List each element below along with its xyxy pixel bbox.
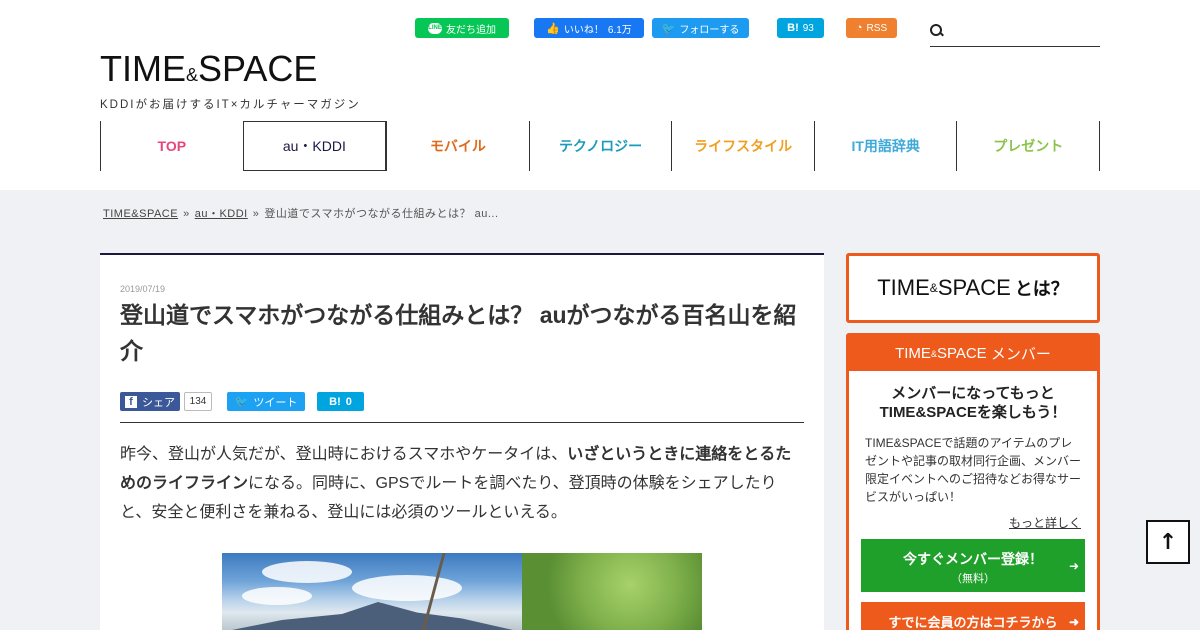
member-description: TIME&SPACEで話題のアイテムのプレゼントや記事の取材同行企画、メンバー限… (865, 436, 1082, 504)
logo-tagline: KDDIがお届けするIT×カルチャーマガジン (100, 99, 361, 111)
register-sub-label: （無料） (951, 573, 995, 585)
arrow-right-icon: ➜ (1068, 615, 1079, 629)
article-hero-image (222, 553, 702, 630)
search-input[interactable] (950, 22, 1098, 44)
logo-wordmark: TIME&SPACE (100, 48, 318, 89)
breadcrumb-category-link[interactable]: au・KDDI (195, 208, 248, 220)
nav-label: TOP (157, 138, 187, 154)
nav-item-au-kddi[interactable]: au・KDDI (242, 121, 387, 171)
twitter-bird-icon: 🐦 (661, 22, 676, 35)
member-login-button[interactable]: すでに会員の方はコチラから ➜ (861, 602, 1085, 630)
about-time-space-banner[interactable]: TIME & SPACE とは？ (846, 253, 1100, 323)
nav-item-it-glossary[interactable]: IT用語辞典 (813, 121, 957, 171)
hatena-label: B! (329, 395, 341, 408)
site-logo[interactable]: TIME&SPACE KDDIがお届けするIT×カルチャーマガジン (100, 50, 361, 112)
scroll-to-top-button[interactable]: ↑ (1146, 520, 1190, 564)
member-more-link[interactable]: もっと詳しく (849, 514, 1081, 531)
nav-label: モバイル (429, 138, 486, 154)
nav-label: au・KDDI (282, 138, 346, 154)
nav-item-top[interactable]: TOP (100, 121, 243, 171)
nav-label: テクノロジー (558, 138, 643, 154)
share-tw-label: ツイート (253, 396, 298, 409)
line-icon: LINE (428, 22, 442, 34)
article-date: 2019/07/19 (120, 284, 166, 294)
nav-label: ライフスタイル (694, 138, 793, 154)
breadcrumb-current: 登山道でスマホがつながる仕組みとは？ au... (264, 208, 499, 220)
nav-item-technology[interactable]: テクノロジー (528, 121, 672, 171)
hatena-share-count: 0 (345, 395, 352, 408)
breadcrumb: TIME&SPACE » au・KDDI » 登山道でスマホがつながる仕組みとは？ au… (103, 205, 499, 221)
main-nav: TOP au・KDDI モバイル テクノロジー ライフスタイル IT用語辞典 プ… (100, 121, 1101, 171)
breadcrumb-home-link[interactable]: TIME&SPACE (103, 208, 178, 220)
facebook-share-count: 134 (184, 392, 212, 411)
login-label: すでに会員の方はコチラから (888, 615, 1058, 630)
register-label: 今すぐメンバー登録！ (903, 551, 1043, 567)
follow-label: フォローする (679, 24, 740, 36)
member-panel-header: TIME & SPACE メンバー (849, 336, 1097, 371)
breadcrumb-separator: » (183, 208, 190, 220)
nav-item-lifestyle[interactable]: ライフスタイル (671, 121, 814, 171)
twitter-bird-icon: 🐦 (234, 396, 249, 408)
line-add-friend-button[interactable]: LINE 友だち追加 (415, 18, 509, 38)
facebook-share-button[interactable]: f シェア (120, 392, 180, 411)
nav-item-mobile[interactable]: モバイル (386, 121, 529, 171)
like-label: いいね！ (563, 24, 604, 36)
nav-label: プレゼント (993, 138, 1064, 154)
article-lead: 昨今、登山が人気だが、登山時におけるスマホやケータイは、いざというときに連絡をと… (120, 446, 792, 521)
rss-label: RSS (866, 22, 888, 34)
nav-label: IT用語辞典 (851, 138, 920, 154)
facebook-icon: f (125, 395, 137, 408)
rss-icon: ◔ (855, 22, 863, 34)
member-register-button[interactable]: 今すぐメンバー登録！ （無料） ➜ (861, 539, 1085, 592)
arrow-right-icon: ➜ (1068, 558, 1079, 573)
rss-button[interactable]: ◔ RSS (846, 18, 897, 38)
twitter-follow-button[interactable]: 🐦 フォローする (652, 18, 749, 38)
nav-item-present[interactable]: プレゼント (956, 121, 1101, 171)
breadcrumb-separator: » (252, 208, 260, 220)
like-count: 6.1万 (607, 24, 632, 36)
tweet-button[interactable]: 🐦 ツイート (227, 392, 305, 411)
site-header: LINE 友だち追加 👍 いいね！ 6.1万 🐦 フォローする B! 93 ◔ … (0, 0, 1200, 190)
share-fb-label: シェア (142, 396, 175, 409)
facebook-like-button[interactable]: 👍 いいね！ 6.1万 (534, 18, 644, 38)
line-label: 友だち追加 (446, 24, 496, 36)
search-box (930, 22, 1100, 47)
member-lead-text: メンバーになってもっと TIME&SPACEを楽しもう！ (879, 385, 1067, 421)
search-icon[interactable] (930, 24, 944, 38)
hatena-bookmark-button[interactable]: B! 93 (777, 18, 824, 38)
hatena-share-button[interactable]: B! 0 (317, 392, 364, 411)
arrow-up-icon: ↑ (1158, 529, 1178, 555)
article-card: 2019/07/19 登山道でスマホがつながる仕組みとは？ auがつながる百名山… (100, 253, 824, 630)
member-panel: TIME & SPACE メンバー メンバーになってもっと TIME&SPACEを楽… (846, 333, 1100, 630)
article-title: 登山道でスマホがつながる仕組みとは？ auがつながる百名山を紹介 (120, 297, 804, 423)
hatena-count: 93 (802, 22, 814, 34)
thumbs-up-icon: 👍 (546, 22, 560, 35)
hatena-label: B! (787, 22, 799, 34)
